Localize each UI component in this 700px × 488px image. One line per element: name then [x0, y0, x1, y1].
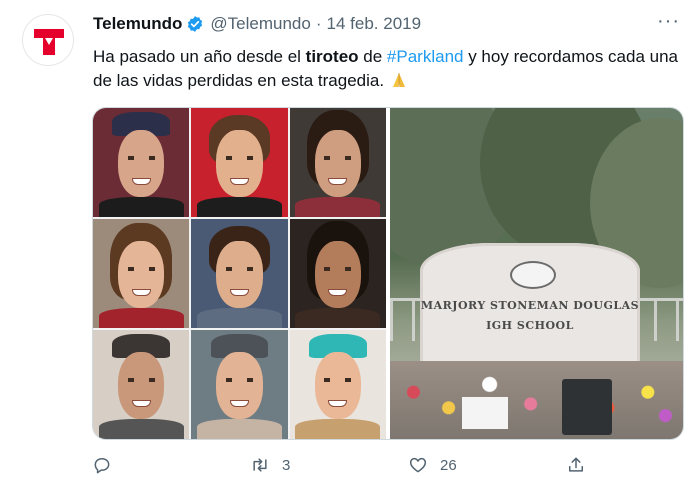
verified-badge-icon [188, 16, 203, 32]
retweet-count: 3 [282, 456, 291, 474]
portrait [93, 108, 190, 217]
retweet-button[interactable]: 3 [250, 455, 290, 475]
heart-icon [409, 457, 427, 473]
memorial-flowers [390, 361, 683, 439]
more-options-icon[interactable]: ··· [657, 10, 680, 33]
like-button[interactable]: 26 [408, 455, 457, 475]
media-container[interactable]: MARJORY STONEMAN DOUGLAS IGH SCHOOL [92, 107, 684, 440]
tweet[interactable]: Telemundo @Telemundo · 14 feb. 2019 ··· … [0, 0, 700, 488]
tweet-header: Telemundo @Telemundo · 14 feb. 2019 [93, 13, 421, 35]
retweet-icon [253, 458, 267, 472]
portrait [289, 108, 386, 217]
reply-icon [94, 458, 110, 474]
portrait [289, 219, 386, 328]
portrait [191, 330, 288, 439]
portrait [191, 108, 288, 217]
share-button[interactable] [566, 455, 598, 475]
folded-hands-icon [392, 73, 405, 87]
eagle-emblem-icon [510, 261, 556, 289]
telemundo-logo-icon [34, 29, 64, 55]
portrait [93, 219, 190, 328]
tweet-text-part1: Ha pasado un año desde el [93, 47, 306, 66]
school-sign: MARJORY STONEMAN DOUGLAS IGH SCHOOL [420, 243, 640, 371]
like-count: 26 [440, 456, 457, 474]
user-handle[interactable]: @Telemundo [210, 13, 310, 35]
school-memorial-image[interactable]: MARJORY STONEMAN DOUGLAS IGH SCHOOL [390, 108, 683, 439]
reply-button[interactable] [92, 455, 124, 475]
sign-line2: IGH SCHOOL [486, 319, 574, 332]
display-name[interactable]: Telemundo [93, 13, 182, 35]
victims-collage-image[interactable] [93, 108, 386, 439]
tweet-text-bold: tiroteo [305, 47, 359, 66]
tweet-text-part2: de [358, 47, 387, 66]
portrait [93, 330, 190, 439]
sign-line1: MARJORY STONEMAN DOUGLAS [420, 299, 640, 312]
header-separator: · [315, 14, 322, 33]
tweet-text: Ha pasado un año desde el tiroteo de #Pa… [93, 45, 683, 93]
hashtag-link[interactable]: #Parkland [387, 47, 464, 66]
share-icon [569, 457, 583, 472]
portrait [191, 219, 288, 328]
portrait [289, 330, 386, 439]
tweet-date[interactable]: 14 feb. 2019 [327, 13, 422, 35]
avatar[interactable] [22, 14, 74, 66]
tweet-actions: 3 26 [92, 455, 612, 479]
